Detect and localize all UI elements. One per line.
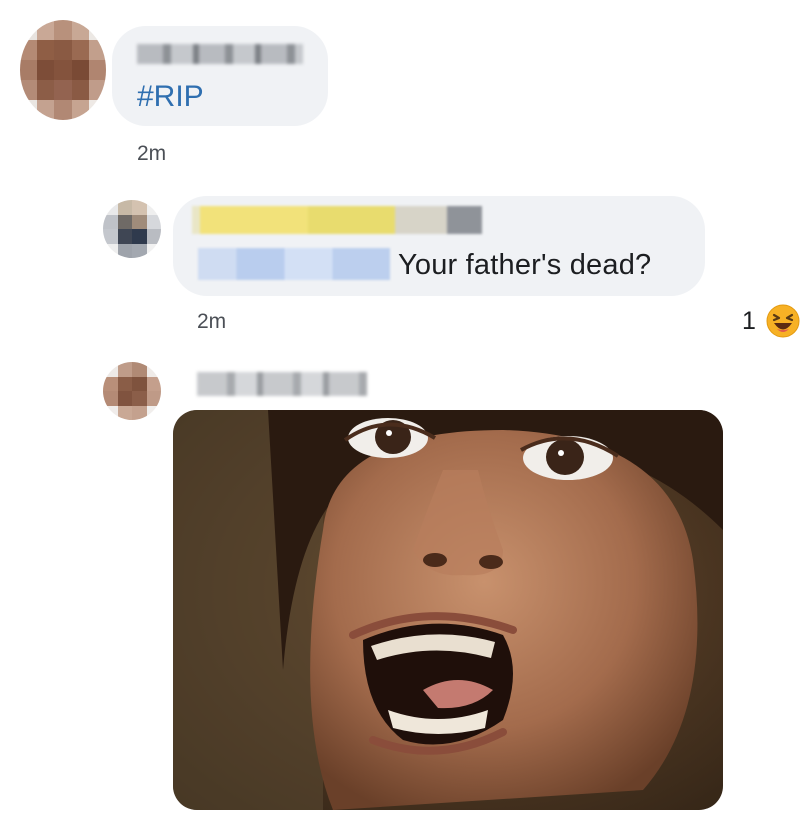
laughing-face-icon[interactable] xyxy=(766,304,800,338)
avatar[interactable] xyxy=(20,20,106,120)
hashtag-link[interactable]: #RIP xyxy=(137,80,204,114)
avatar[interactable] xyxy=(103,362,161,420)
avatar[interactable] xyxy=(103,200,161,258)
reaction-count[interactable]: 1 xyxy=(742,307,756,336)
reply-text: Your father's dead? xyxy=(398,249,652,281)
reply-timestamp: 2m xyxy=(197,310,227,333)
shocked-face-photo[interactable] xyxy=(173,410,723,810)
commenter-name[interactable] xyxy=(137,44,303,64)
comment-timestamp: 2m xyxy=(137,142,167,165)
commenter-name[interactable] xyxy=(192,206,482,234)
mention-tag[interactable] xyxy=(198,248,390,280)
commenter-name[interactable] xyxy=(197,372,367,396)
